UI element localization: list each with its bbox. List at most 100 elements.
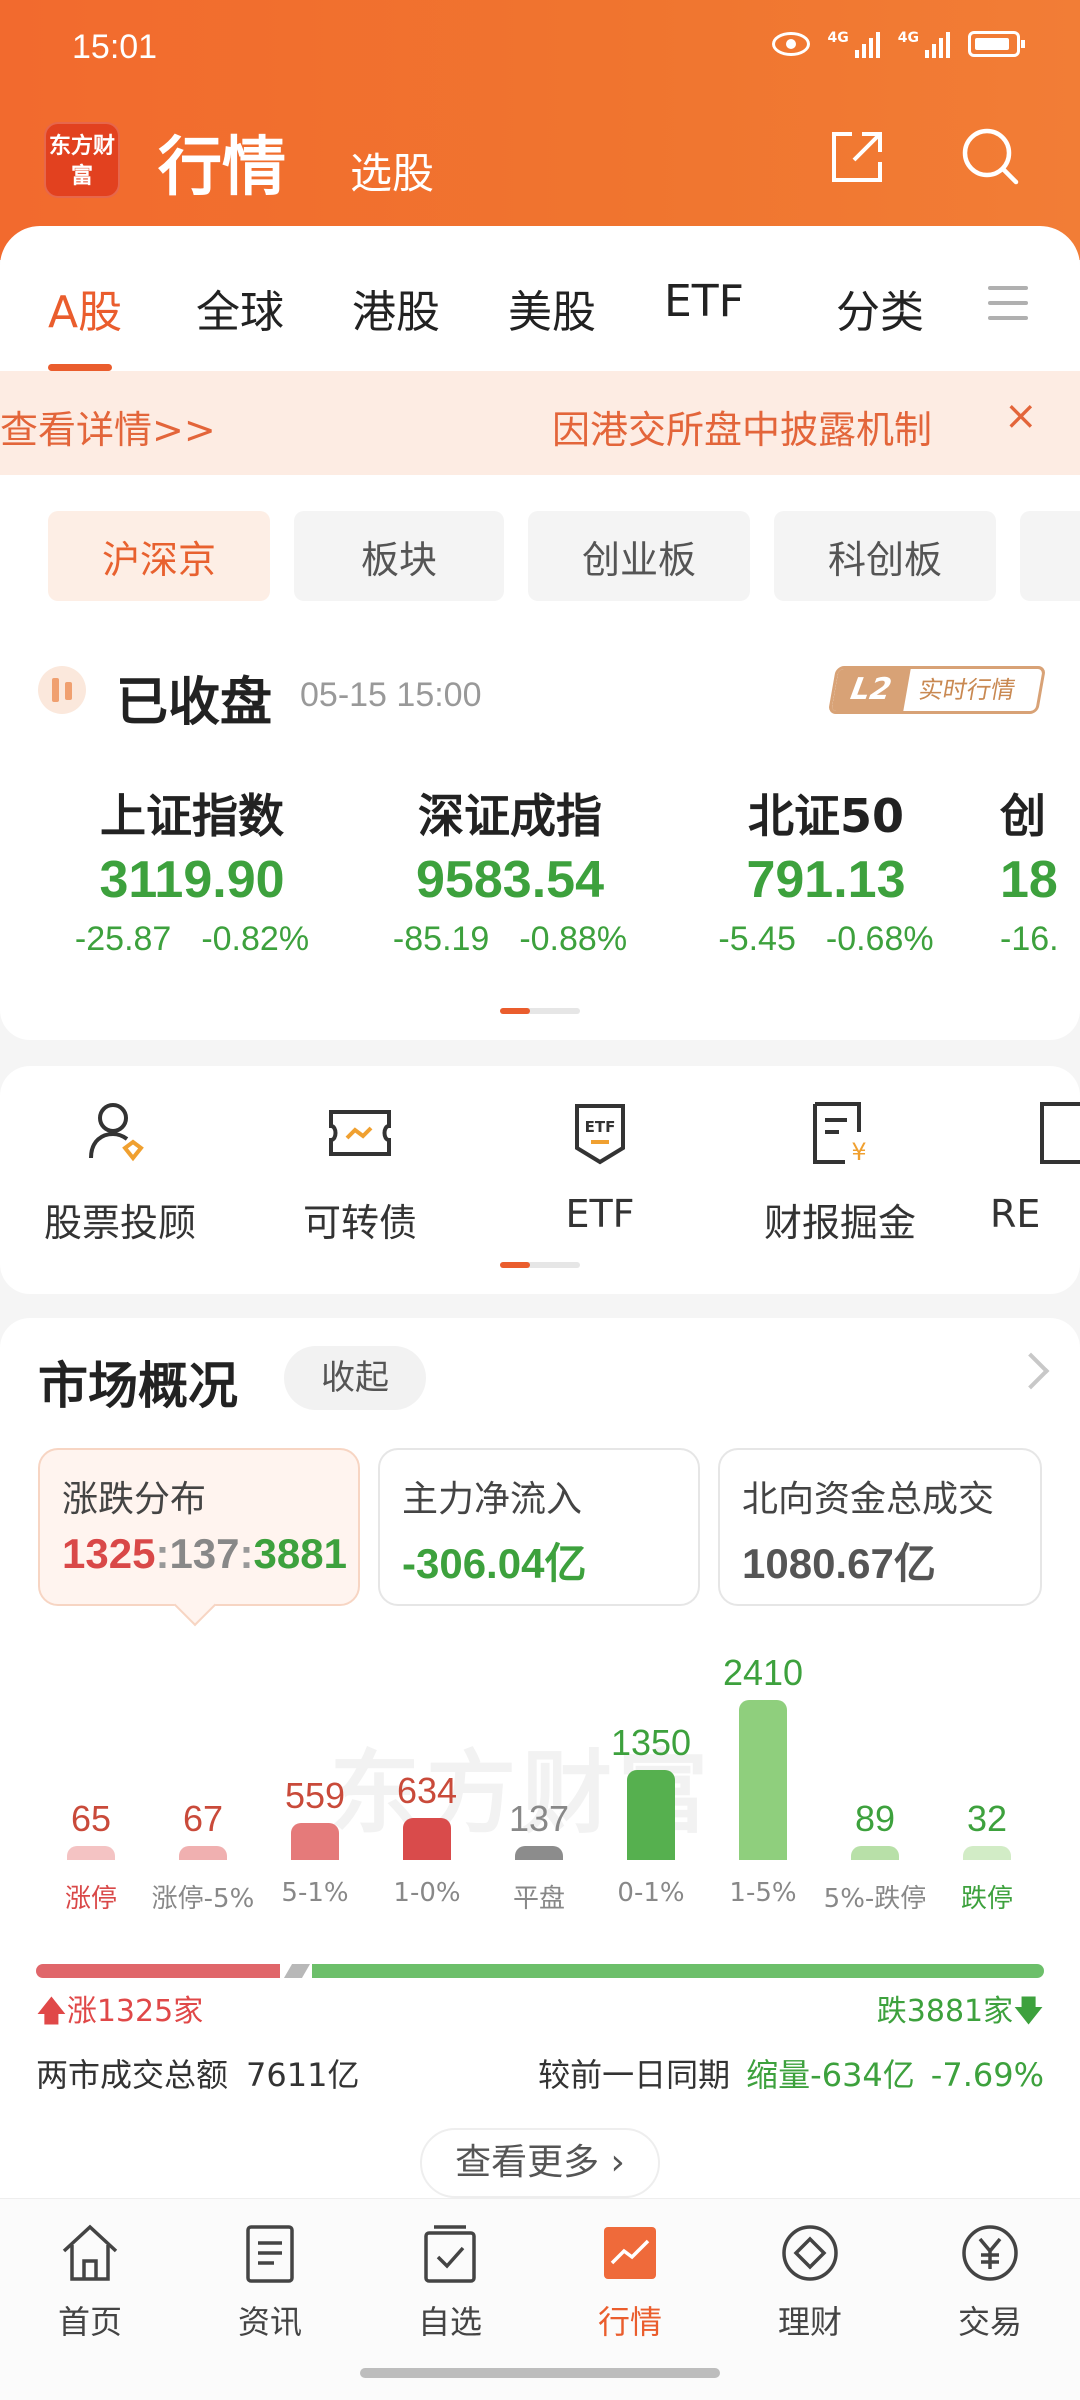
tool-etf[interactable]: ETF ETF (490, 1096, 710, 1236)
tab-active-indicator (48, 364, 112, 371)
tab-a-shares[interactable]: A股 (48, 276, 122, 340)
index-change: -16. (1000, 920, 1059, 958)
status-time: 15:01 (72, 28, 158, 66)
nav-home[interactable]: 首页 (0, 2219, 180, 2343)
stat-main-flow[interactable]: 主力净流入 -306.04亿 (378, 1448, 700, 1606)
subtab-more[interactable] (1020, 511, 1080, 601)
index-change: -25.87 -0.82% (74, 920, 310, 958)
menu-icon[interactable] (988, 286, 1028, 322)
nav-market[interactable]: 行情 (540, 2219, 720, 2343)
notice-detail-link[interactable]: 查看详情>> (0, 399, 216, 454)
nav-news[interactable]: 资讯 (180, 2219, 360, 2343)
compare-pct: -7.69% (930, 2056, 1044, 2094)
subtab-hushenjing[interactable]: 沪深京 (48, 511, 270, 601)
bar-column: 89 5%-跌停 (820, 1798, 930, 1914)
notice-banner[interactable]: 查看详情>> 因港交所盘中披露机制 × (0, 371, 1080, 475)
tool-convertible-bond[interactable]: 可转债 (250, 1096, 470, 1247)
market-status: 已收盘 (116, 673, 273, 733)
index-bse50[interactable]: 北证50 791.13 -5.45 -0.68% (676, 780, 976, 959)
view-more-button[interactable]: 查看更多 › (420, 2128, 660, 2198)
bar (963, 1846, 1011, 1860)
nav-label: 行情 (597, 2303, 662, 2341)
index-name: 创 (1000, 789, 1046, 843)
tools-card: 股票投顾 可转债 ETF ETF ¥ 财报掘金 RE (0, 1066, 1080, 1294)
market-tabs-card: A股 全球 港股 美股 ETF 分类 (0, 226, 1080, 371)
bar-category-label: 涨停 (64, 1884, 117, 1914)
chevron-right-icon[interactable] (1012, 1352, 1050, 1390)
nav-trade[interactable]: 交易 (900, 2219, 1080, 2343)
close-icon[interactable]: × (1004, 393, 1038, 439)
nav-wealth[interactable]: 理财 (720, 2219, 900, 2343)
turnover-label: 两市成交总额 (36, 2056, 229, 2094)
nav-label: 资讯 (237, 2303, 302, 2341)
share-icon[interactable] (828, 128, 886, 186)
l2-realtime-badge[interactable]: L2 实时行情 (827, 666, 1047, 714)
subtab-sector[interactable]: 板块 (294, 511, 504, 601)
stat-distribution[interactable]: 涨跌分布 1325:137:3881 (38, 1448, 360, 1606)
bar-category-label: 1-0% (393, 1878, 461, 1908)
tab-hk[interactable]: 港股 (352, 276, 440, 340)
tool-earnings[interactable]: ¥ 财报掘金 (730, 1096, 950, 1247)
bar-category-label: 5%-跌停 (823, 1884, 927, 1914)
svg-text:ETF: ETF (585, 1118, 616, 1136)
candlestick-icon (38, 666, 86, 714)
index-chinext[interactable]: 创 18 -16. (1000, 780, 1080, 959)
index-sse[interactable]: 上证指数 3119.90 -25.87 -0.82% (42, 780, 342, 959)
index-change: -85.19 -0.88% (392, 920, 628, 958)
index-change: -5.45 -0.68% (718, 920, 934, 958)
bar-column: 65 涨停 (36, 1798, 146, 1914)
ratio-flat-segment (283, 1964, 311, 1978)
bar-column: 32 跌停 (932, 1798, 1042, 1914)
report-icon: ¥ (813, 1102, 867, 1166)
tool-label: 可转债 (302, 1201, 417, 1245)
search-icon[interactable] (958, 124, 1022, 188)
nav-watchlist[interactable]: 自选 (360, 2219, 540, 2343)
tool-reits[interactable]: RE (990, 1096, 1080, 1236)
ratio-up-segment (36, 1964, 280, 1978)
bar-value-label: 137 (508, 1798, 570, 1839)
subtab-chinext[interactable]: 创业板 (528, 511, 750, 601)
stat-northbound[interactable]: 北向资金总成交 1080.67亿 (718, 1448, 1042, 1606)
compare-label: 较前一日同期 (538, 2056, 731, 2094)
ratio-down-segment (312, 1964, 1044, 1978)
reits-icon (1040, 1102, 1080, 1164)
network-type-2: 4G (897, 30, 919, 46)
app-logo[interactable]: 东方财富 (44, 122, 120, 198)
trade-icon (962, 2225, 1018, 2281)
index-value: 3119.90 (99, 851, 285, 909)
index-szse[interactable]: 深证成指 9583.54 -85.19 -0.88% (360, 780, 660, 959)
stat-value: -306.04亿 (402, 1540, 587, 1587)
tab-etf[interactable]: ETF (664, 276, 744, 327)
tab-global[interactable]: 全球 (196, 276, 284, 340)
tool-label: RE (990, 1192, 1041, 1236)
bar-value-label: 2410 (722, 1652, 804, 1693)
tab-category[interactable]: 分类 (836, 276, 924, 340)
status-icons: 4G 4G (771, 30, 1025, 58)
tab-us[interactable]: 美股 (508, 276, 596, 340)
down-count: 跌3881家🡇 (876, 1994, 1044, 2029)
bar (67, 1846, 115, 1860)
home-indicator (360, 2368, 720, 2378)
collapse-button[interactable]: 收起 (284, 1346, 426, 1410)
nav-label: 首页 (57, 2303, 122, 2341)
up-down-ratio-bar (36, 1964, 1044, 1978)
tool-label: 股票投顾 (43, 1201, 196, 1245)
bar-value-label: 1350 (610, 1722, 692, 1763)
stock-picker-link[interactable]: 选股 (350, 140, 434, 201)
bar-value-label: 32 (966, 1798, 1008, 1839)
etf-icon: ETF (575, 1104, 625, 1165)
stat-label: 主力净流入 (402, 1479, 583, 1520)
subtab-star[interactable]: 科创板 (774, 511, 996, 601)
realtime-label: 实时行情 (916, 676, 1018, 704)
app-bar: 东方财富 行情 选股 (0, 110, 1080, 220)
tool-label: 财报掘金 (763, 1201, 916, 1245)
up-count: 🡅涨1325家 (36, 1994, 204, 2029)
bar-category-label: 跌停 (960, 1884, 1013, 1914)
page-title: 行情 (158, 131, 286, 205)
stat-value: 1080.67亿 (742, 1540, 936, 1587)
news-icon (246, 2225, 294, 2283)
wealth-icon (782, 2225, 838, 2281)
stat-label: 北向资金总成交 (742, 1479, 995, 1520)
tool-stock-advisor[interactable]: 股票投顾 (10, 1096, 230, 1247)
bar (627, 1770, 675, 1860)
